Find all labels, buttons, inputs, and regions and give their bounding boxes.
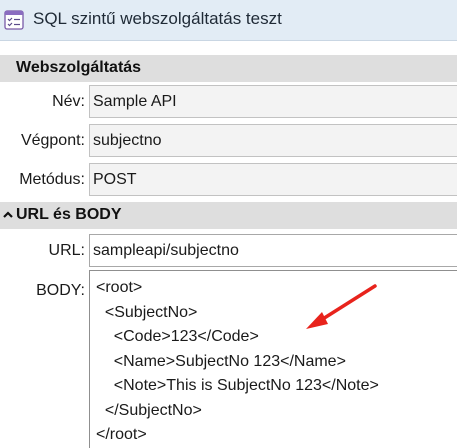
body-label: BODY: <box>36 282 85 299</box>
section-title: Webszolgáltatás <box>16 59 142 76</box>
endpoint-field[interactable]: subjectno <box>89 124 457 157</box>
section-header-webservice[interactable]: Webszolgáltatás <box>0 55 457 82</box>
section-header-url-body[interactable]: URL és BODY <box>0 202 457 229</box>
method-field[interactable]: POST <box>89 163 457 196</box>
url-label: URL: <box>48 242 85 259</box>
body-line: </root> <box>96 426 147 443</box>
body-line: <Name>SubjectNo 123</Name> <box>96 353 346 370</box>
chevron-up-icon[interactable] <box>2 207 14 223</box>
annotation-arrow <box>306 284 377 329</box>
window-titlebar: SQL szintű webszolgáltatás teszt <box>0 0 457 41</box>
method-label: Metódus: <box>19 171 85 188</box>
window-title: SQL szintű webszolgáltatás teszt <box>33 9 282 28</box>
body-line: </SubjectNo> <box>96 402 202 419</box>
url-field[interactable]: sampleapi/subjectno <box>89 234 457 267</box>
form-list-icon <box>4 10 24 30</box>
name-label: Név: <box>52 93 85 110</box>
endpoint-label: Végpont: <box>20 132 85 149</box>
body-textarea[interactable]: <root> <SubjectNo> <Code>123</Code> <Nam… <box>89 270 457 448</box>
name-field[interactable]: Sample API <box>89 85 457 118</box>
body-line: <SubjectNo> <box>96 304 198 321</box>
body-line: <root> <box>96 279 143 296</box>
body-line: <Note>This is SubjectNo 123</Note> <box>96 377 379 394</box>
body-line: <Code>123</Code> <box>96 328 259 345</box>
section-title: URL és BODY <box>16 206 122 223</box>
